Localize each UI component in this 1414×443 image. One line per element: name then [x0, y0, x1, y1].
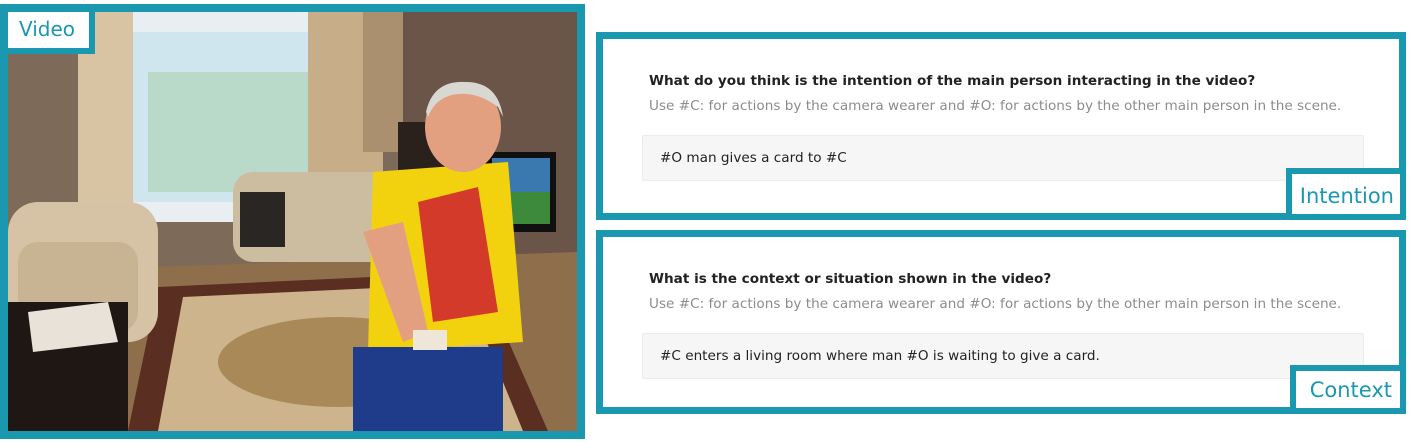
- video-panel: Video: [0, 4, 585, 439]
- context-question: What is the context or situation shown i…: [649, 271, 1052, 287]
- intention-question: What do you think is the intention of th…: [649, 73, 1256, 89]
- intention-panel: What do you think is the intention of th…: [596, 32, 1406, 220]
- intention-hint: Use #C: for actions by the camera wearer…: [649, 98, 1342, 114]
- video-label-tag: Video: [8, 12, 96, 54]
- intention-label-tag: Intention: [1285, 168, 1406, 220]
- context-label-tag: Context: [1289, 365, 1406, 414]
- context-hint: Use #C: for actions by the camera wearer…: [649, 296, 1342, 312]
- context-panel: What is the context or situation shown i…: [596, 230, 1406, 414]
- context-answer-field[interactable]: #C enters a living room where man #O is …: [642, 333, 1364, 379]
- intention-answer-field[interactable]: #O man gives a card to #C: [642, 135, 1364, 181]
- video-frame-image: [8, 12, 577, 431]
